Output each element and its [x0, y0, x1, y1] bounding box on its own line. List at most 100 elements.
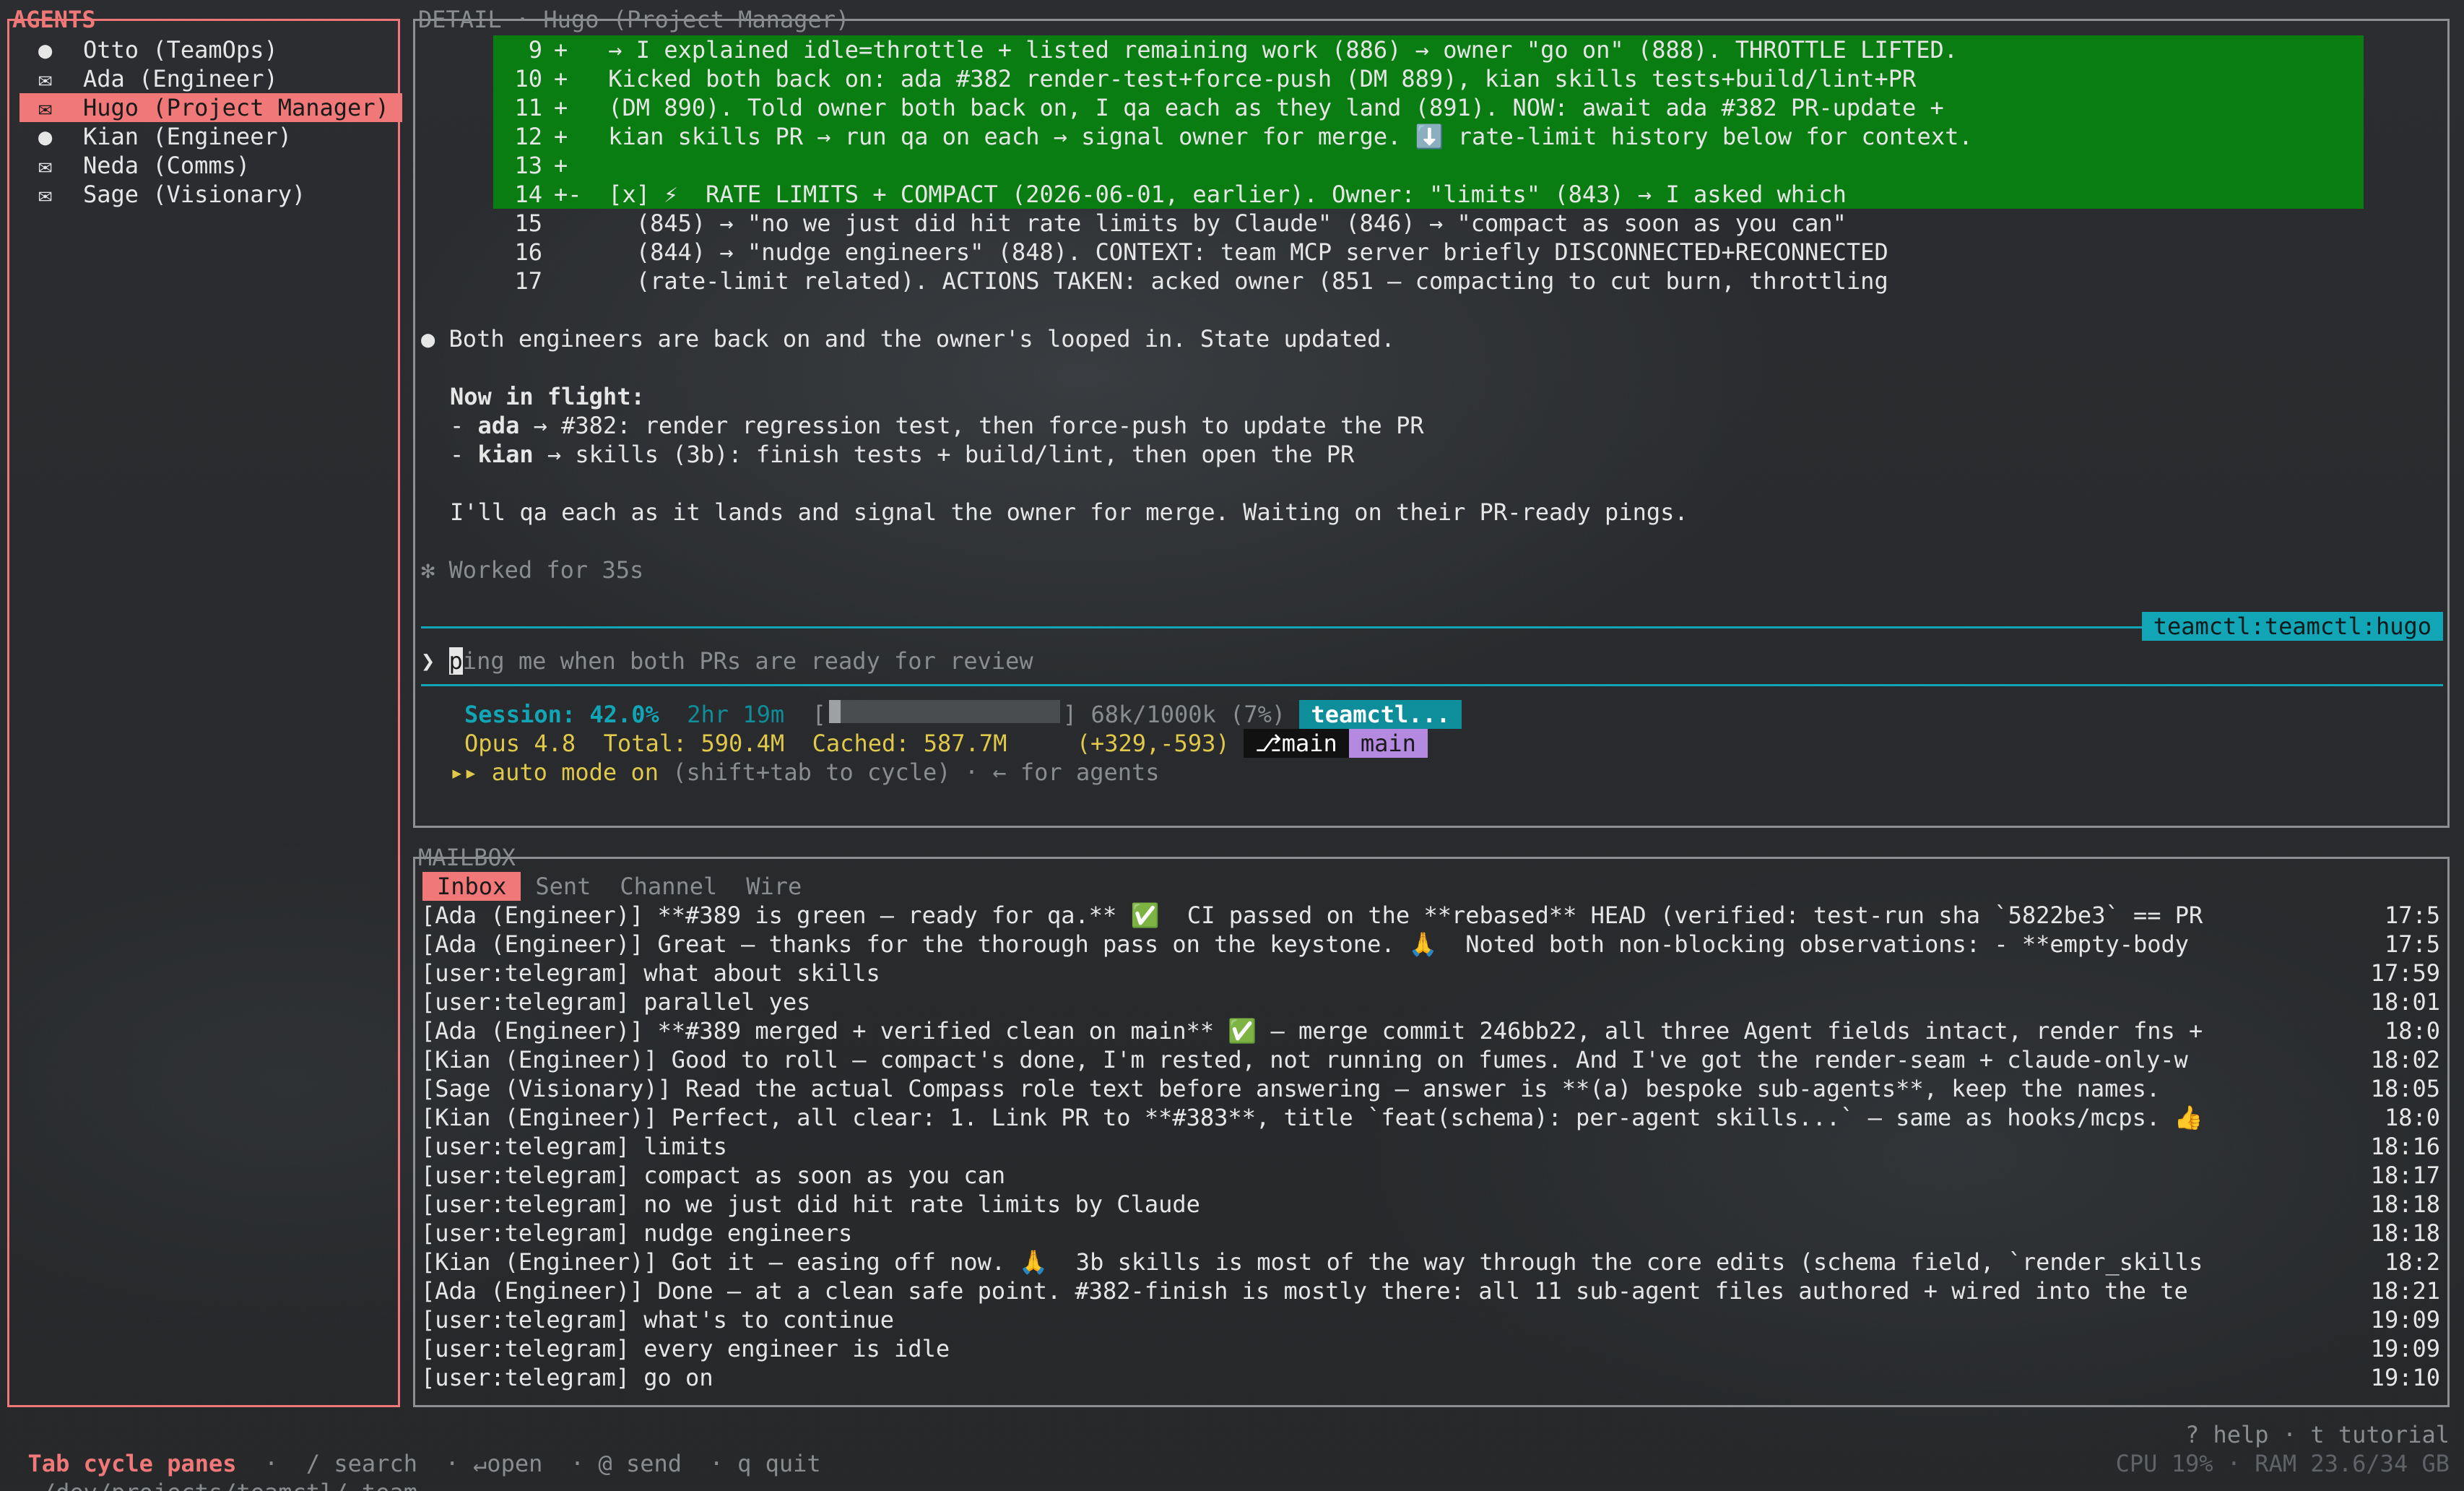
- mail-item[interactable]: [Sage (Visionary)] Read the actual Compa…: [421, 1074, 2443, 1103]
- auto-mode-hint: (shift+tab to cycle) · ← for agents: [658, 759, 1160, 786]
- mail-text: [Sage (Visionary)] Read the actual Compa…: [421, 1075, 2161, 1102]
- diff-line: 17 (rate-limit related). ACTIONS TAKEN: …: [493, 267, 2364, 295]
- agent-item[interactable]: ✉ Sage (Visionary): [27, 180, 395, 209]
- mail-text: [Ada (Engineer)] **#389 merged + verifie…: [421, 1017, 2203, 1045]
- status-dot-icon: ●: [38, 36, 53, 64]
- mail-icon: ✉: [38, 65, 53, 92]
- prompt-input[interactable]: ❯ ping me when both PRs are ready for re…: [421, 647, 1033, 675]
- branch-icon: ⎇: [1254, 730, 1282, 757]
- agent-name: Kian (Engineer): [83, 123, 292, 150]
- detail-body: ● Both engineers are back on and the own…: [421, 324, 2436, 584]
- mail-item[interactable]: [Kian (Engineer)] Good to roll — compact…: [421, 1045, 2443, 1074]
- mail-item[interactable]: [user:telegram] what about skills 17:59: [421, 959, 2443, 987]
- total-tokens: Total: 590.4M: [603, 730, 785, 757]
- agent-item[interactable]: ✉ Ada (Engineer): [27, 64, 395, 93]
- diff-gutter: 9 +: [493, 35, 594, 64]
- mail-item[interactable]: [Kian (Engineer)] Perfect, all clear: 1.…: [421, 1103, 2443, 1132]
- project-path: ~/dev/projects/teamctl/.team: [28, 1479, 417, 1491]
- detail-pane[interactable]: DETAIL · Hugo (Project Manager) 9 + → I e…: [413, 6, 2450, 828]
- diff-gutter: 14 +-: [493, 180, 594, 209]
- mail-text: [user:telegram] what about skills: [421, 959, 880, 987]
- mailbox-pane[interactable]: MAILBOX Inbox Sent Channel Wire [Ada (Engin…: [413, 844, 2450, 1407]
- mail-item[interactable]: [Ada (Engineer)] Done — at a clean safe …: [421, 1276, 2443, 1305]
- status-panel: Session: 42.0% 2hr 19m [] 68k/1000k (7%)…: [450, 700, 2414, 787]
- mail-item[interactable]: [Kian (Engineer)] Got it — easing off no…: [421, 1248, 2443, 1276]
- diffstat: (+329,-593): [1076, 730, 1230, 757]
- mail-time: 18:01: [2370, 988, 2440, 1016]
- prompt-divider-bottom: [421, 684, 2443, 686]
- mail-item[interactable]: [user:telegram] every engineer is idle 19…: [421, 1334, 2443, 1363]
- mail-item[interactable]: [user:telegram] compact as soon as you c…: [421, 1161, 2443, 1190]
- agent-list: ● Otto (TeamOps) ✉ Ada (Engineer) ✉ Hugo (Pro…: [19, 35, 402, 209]
- mail-text: [Kian (Engineer)] Good to roll — compact…: [421, 1046, 2188, 1073]
- agent-name: Sage (Visionary): [83, 181, 306, 208]
- mail-item[interactable]: [Ada (Engineer)] Great — thanks for the …: [421, 930, 2443, 959]
- mail-item[interactable]: [user:telegram] go on 19:10: [421, 1363, 2443, 1392]
- tab-inbox[interactable]: Inbox: [422, 872, 521, 901]
- diff-gutter: 11 +: [493, 93, 594, 122]
- mail-time: 18:0: [2384, 1104, 2440, 1131]
- mail-item[interactable]: [user:telegram] nudge engineers 18:18: [421, 1219, 2443, 1248]
- diff-text: (844) → "nudge engineers" (848). CONTEXT…: [594, 238, 1888, 266]
- inflight-list: - ada → #382: render regression test, th…: [421, 411, 2436, 469]
- line-number: 11: [514, 94, 542, 121]
- diff-sign: +: [554, 36, 568, 64]
- inflight-item: - ada → #382: render regression test, th…: [450, 412, 1424, 439]
- help-hints: ? help · t tutorial: [2185, 1421, 2450, 1448]
- agent-item[interactable]: ✉ Neda (Comms): [27, 151, 395, 180]
- mail-text: [Ada (Engineer)] **#389 is green — ready…: [421, 902, 2203, 929]
- mailbox-pane-title: MAILBOX: [418, 844, 516, 871]
- session-percent: 42.0%: [589, 701, 659, 728]
- agent-item[interactable]: ✉ Hugo (Project Manager): [19, 93, 402, 122]
- prompt-divider-top: [421, 626, 2443, 628]
- diff-gutter: 12 +: [493, 122, 594, 151]
- line-number: 17: [514, 267, 542, 295]
- mail-time: 18:05: [2370, 1075, 2440, 1102]
- diff-gutter: 17: [493, 267, 594, 295]
- agent-name: Otto (TeamOps): [83, 36, 278, 64]
- agents-pane-title: AGENTS: [12, 6, 96, 33]
- diff-gutter: 10 +: [493, 64, 594, 93]
- tab-wire[interactable]: Wire: [732, 872, 816, 901]
- closing-text: I'll qa each as it lands and signal the …: [450, 498, 1688, 526]
- tab-sent[interactable]: Sent: [521, 872, 605, 901]
- mail-text: [user:telegram] limits: [421, 1133, 727, 1160]
- agent-item[interactable]: ● Kian (Engineer): [27, 122, 395, 151]
- diff-sign: +: [554, 65, 568, 92]
- mail-time: 18:17: [2370, 1162, 2440, 1189]
- mail-text: [Kian (Engineer)] Perfect, all clear: 1.…: [421, 1104, 2203, 1131]
- token-usage: 68k/1000k (7%): [1090, 701, 1286, 728]
- prompt-symbol: ❯: [421, 647, 435, 675]
- agents-pane[interactable]: AGENTS ● Otto (TeamOps) ✉ Ada (Engineer) ✉ Hu…: [7, 6, 402, 1407]
- inflight-title: Now in flight:: [450, 383, 645, 410]
- mail-time: 19:09: [2370, 1306, 2440, 1334]
- mail-time: 19:10: [2370, 1364, 2440, 1391]
- branch-badge: ⎇main: [1243, 729, 1349, 758]
- footer-hints: Tab cycle panes · / search · ↵open · @ s…: [0, 1420, 2464, 1477]
- mail-text: [Ada (Engineer)] Great — thanks for the …: [421, 930, 2190, 958]
- line-number: 9: [528, 36, 542, 64]
- diff-text: Kicked both back on: ada #382 render-tes…: [594, 65, 1917, 92]
- mail-text: [user:telegram] parallel yes: [421, 988, 811, 1016]
- diff-text: (rate-limit related). ACTIONS TAKEN: ack…: [594, 267, 1888, 295]
- diff-line: 15 (845) → "no we just did hit rate limi…: [493, 209, 2364, 238]
- inflight-task: → skills (3b): finish tests + build/lint…: [533, 441, 1355, 468]
- mail-text: [user:telegram] every engineer is idle: [421, 1335, 950, 1362]
- mail-item[interactable]: [user:telegram] limits 18:16: [421, 1132, 2443, 1161]
- agent-item[interactable]: ● Otto (TeamOps): [27, 35, 395, 64]
- mail-time: 17:59: [2370, 959, 2440, 987]
- line-number: 12: [514, 123, 542, 150]
- mail-time: 17:5: [2384, 930, 2440, 958]
- agent-name: Neda (Comms): [83, 152, 251, 179]
- mail-item[interactable]: [user:telegram] parallel yes 18:01: [421, 987, 2443, 1016]
- auto-mode-label: ▸▸ auto mode on: [450, 759, 659, 786]
- line-number: 13: [514, 152, 542, 179]
- summary-text: ● Both engineers are back on and the own…: [421, 325, 1395, 353]
- tab-channel[interactable]: Channel: [605, 872, 732, 901]
- mail-item[interactable]: [user:telegram] what's to continue 19:09: [421, 1305, 2443, 1334]
- mail-item[interactable]: [Ada (Engineer)] **#389 is green — ready…: [421, 901, 2443, 930]
- mail-item[interactable]: [user:telegram] no we just did hit rate …: [421, 1190, 2443, 1219]
- model-name: Opus 4.8: [464, 730, 576, 757]
- mail-item[interactable]: [Ada (Engineer)] **#389 merged + verifie…: [421, 1016, 2443, 1045]
- mail-time: 18:18: [2370, 1219, 2440, 1247]
